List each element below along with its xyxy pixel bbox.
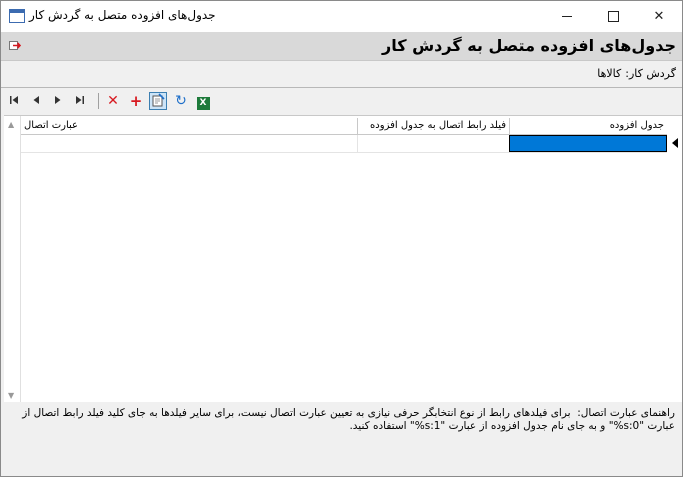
process-label: گردش کار:: [625, 67, 676, 80]
grid-header: عبارت اتصال فیلد رابط اتصال به جدول افزو…: [21, 118, 667, 135]
previous-record-icon: [33, 96, 39, 104]
window-title: جدول‌های افزوده متصل به گردش کار: [29, 8, 216, 22]
export-excel-button[interactable]: X: [194, 92, 212, 110]
column-header-extra-table[interactable]: جدول افزوده: [509, 118, 667, 134]
last-record-button[interactable]: [71, 92, 89, 110]
refresh-icon: ↻: [175, 93, 187, 109]
maximize-button[interactable]: [590, 1, 636, 32]
cell-expression[interactable]: [21, 135, 357, 152]
edit-icon: [152, 93, 165, 107]
close-button[interactable]: ✕: [636, 1, 682, 32]
delete-icon: ✕: [107, 93, 119, 109]
minimize-button[interactable]: [544, 1, 590, 32]
column-header-expression[interactable]: عبارت اتصال: [21, 118, 357, 134]
delete-button[interactable]: ✕: [104, 92, 122, 110]
refresh-button[interactable]: ↻: [172, 92, 190, 110]
process-info: گردش کار:کالاها: [593, 67, 676, 80]
close-icon: ✕: [653, 9, 665, 24]
add-icon: +: [129, 92, 143, 110]
cell-link-field[interactable]: [357, 135, 509, 152]
window: جدول‌های افزوده متصل به گردش کار ✕ جدول‌…: [0, 0, 683, 477]
toolbar: ✕ + ↻ X: [1, 90, 682, 112]
vertical-scrollbar[interactable]: ▲ ▼: [4, 116, 21, 402]
next-record-button[interactable]: [49, 92, 67, 110]
add-button[interactable]: +: [127, 92, 145, 110]
data-grid[interactable]: ▲ ▼ عبارت اتصال فیلد رابط اتصال به جدول …: [4, 115, 682, 402]
scroll-up-icon[interactable]: ▲: [8, 120, 14, 129]
cell-extra-table-selected[interactable]: [509, 135, 667, 152]
app-window-icon: [9, 9, 25, 23]
exit-icon[interactable]: [9, 40, 21, 51]
table-row[interactable]: [21, 135, 667, 153]
next-record-icon: [55, 96, 61, 104]
previous-record-button[interactable]: [27, 92, 45, 110]
toolbar-separator: [98, 93, 99, 109]
divider: [1, 87, 682, 88]
excel-icon: X: [196, 97, 210, 110]
current-row-indicator-icon: [672, 138, 678, 148]
maximize-icon: [607, 11, 619, 22]
edit-button[interactable]: [149, 92, 167, 110]
column-header-link-field[interactable]: فیلد رابط اتصال به جدول افزوده: [357, 118, 509, 134]
header-band: جدول‌های افزوده متصل به گردش کار: [1, 32, 682, 61]
scroll-down-icon[interactable]: ▼: [8, 391, 14, 400]
page-title: جدول‌های افزوده متصل به گردش کار: [382, 36, 676, 55]
first-record-icon: [10, 96, 18, 104]
minimize-icon: [562, 16, 572, 17]
last-record-icon: [76, 96, 84, 104]
title-bar: جدول‌های افزوده متصل به گردش کار ✕: [1, 1, 682, 32]
process-value: کالاها: [597, 67, 622, 80]
help-text: راهنمای عبارت اتصال: برای فیلدهای رابط ا…: [22, 407, 675, 432]
first-record-button[interactable]: [5, 92, 23, 110]
